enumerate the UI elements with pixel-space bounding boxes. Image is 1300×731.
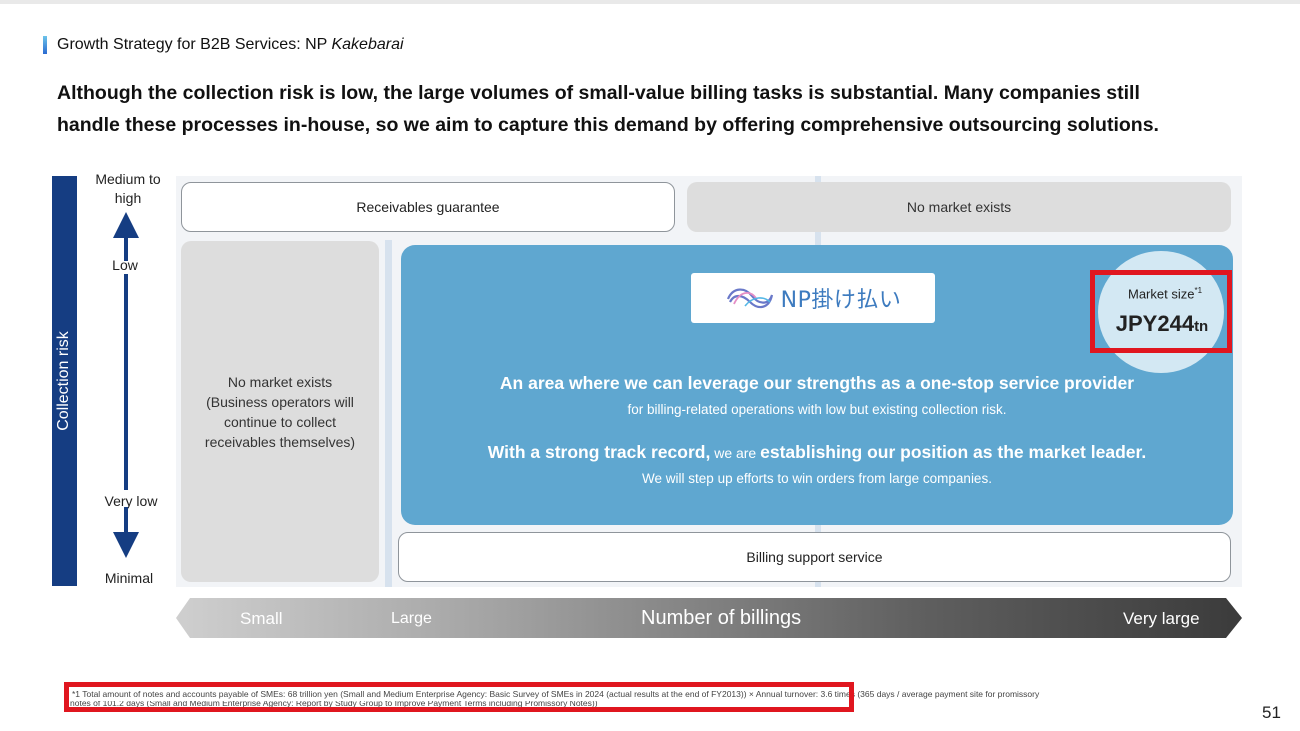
np-kakebarai-logo: NP掛け払い bbox=[691, 273, 935, 323]
headline-line-2: handle these processes in-house, so we a… bbox=[57, 114, 1159, 136]
section-title-italic: Kakebarai bbox=[331, 36, 404, 53]
billing-support-box: Billing support service bbox=[398, 532, 1231, 582]
section-title-prefix: Growth Strategy for B2B Services: NP bbox=[57, 36, 332, 53]
x-label-large: Large bbox=[391, 610, 432, 627]
np-area-line-1: An area where we can leverage our streng… bbox=[499, 373, 1135, 393]
y-label-minimal: Minimal bbox=[104, 570, 154, 586]
no-market-top-box: No market exists bbox=[687, 182, 1231, 232]
page-number: 51 bbox=[1262, 703, 1281, 722]
np-area-line-3-normal: we are bbox=[710, 445, 761, 461]
column-divider-left bbox=[385, 240, 392, 587]
np-area-line-3-bold-a: With a strong track record, bbox=[487, 442, 711, 462]
np-kakebarai-logo-text: NP掛け払い bbox=[780, 288, 902, 313]
no-market-left-line-1: No market exists bbox=[227, 373, 333, 390]
np-area-line-4: We will step up efforts to win orders fr… bbox=[642, 471, 992, 486]
footnote-highlight bbox=[64, 682, 854, 712]
risk-arrow-icon bbox=[113, 212, 139, 558]
slide-headline: Although the collection risk is low, the… bbox=[57, 77, 1277, 141]
np-area-line-2: for billing-related operations with low … bbox=[627, 402, 1007, 417]
market-size-highlight bbox=[1090, 270, 1232, 353]
ribbon-logo-icon bbox=[726, 288, 773, 309]
no-market-top-label: No market exists bbox=[906, 199, 1012, 215]
y-axis-title: Collection risk bbox=[55, 331, 72, 431]
y-label-medium-high: Medium to high bbox=[95, 171, 161, 206]
np-area-line-3: With a strong track record, we are estab… bbox=[401, 442, 1233, 463]
x-label-small: Small bbox=[240, 609, 283, 628]
receivables-guarantee-label: Receivables guarantee bbox=[356, 199, 500, 215]
x-label-very-large: Very large bbox=[1123, 609, 1200, 628]
no-market-left-line-3: continue to collect bbox=[223, 413, 337, 430]
billing-support-label: Billing support service bbox=[746, 549, 883, 565]
top-divider bbox=[0, 0, 1300, 4]
no-market-left-line-4: receivables themselves) bbox=[204, 433, 356, 450]
receivables-guarantee-box: Receivables guarantee bbox=[181, 182, 675, 232]
np-area-line-3-bold-b: establishing our position as the market … bbox=[760, 442, 1147, 462]
no-market-left-box: No market exists (Business operators wil… bbox=[181, 241, 379, 582]
x-axis-title: Number of billings bbox=[641, 607, 802, 629]
headline-line-1: Although the collection risk is low, the… bbox=[57, 82, 1140, 104]
section-accent-bar bbox=[43, 36, 47, 54]
no-market-left-line-2: (Business operators will bbox=[206, 393, 354, 410]
section-title: Growth Strategy for B2B Services: NP Kak… bbox=[57, 36, 404, 54]
